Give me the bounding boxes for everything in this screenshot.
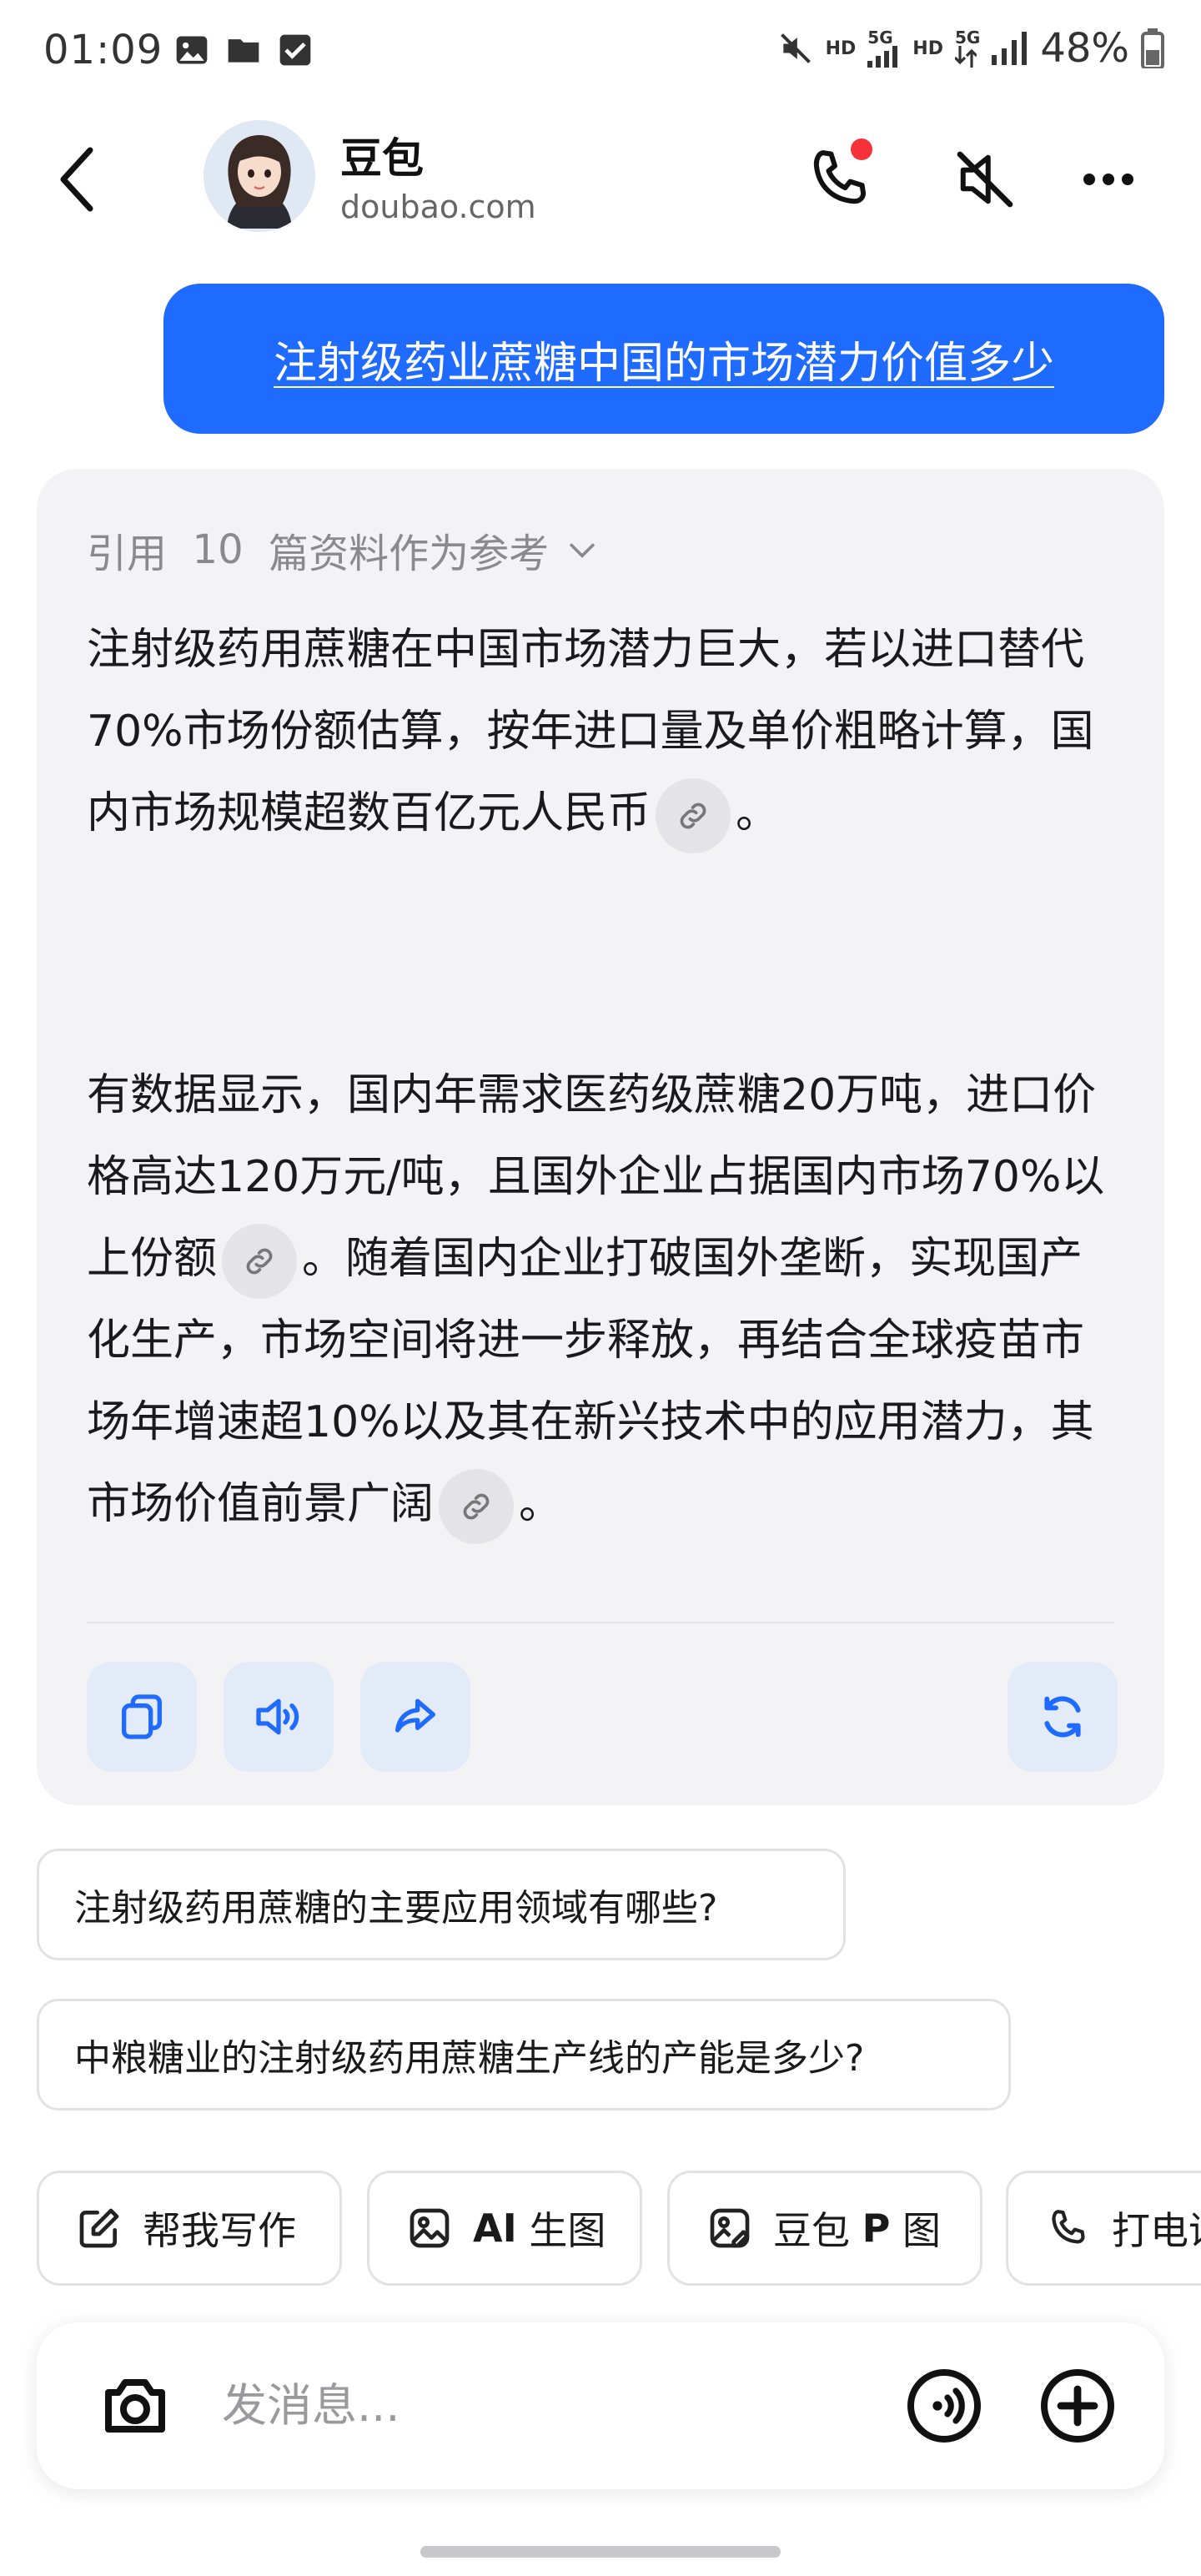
message-input-bar xyxy=(37,2322,1164,2489)
read-aloud-icon xyxy=(256,1698,299,1735)
chip-doubao-p-pre: 豆包 xyxy=(773,2208,862,2253)
folder-icon xyxy=(228,39,259,63)
suggestion-1[interactable]: 注射级药用蔗糖的主要应用领域有哪些? xyxy=(37,1849,846,1960)
image-edit-icon xyxy=(710,2208,750,2248)
read-aloud-button[interactable] xyxy=(224,1662,334,1772)
signal-2: 5G xyxy=(954,28,981,68)
answer-paragraph-1: 注射级药用蔗糖在中国市场潜力巨大，若以进口替代70%市场份额估算，按年进口量及单… xyxy=(87,609,1121,854)
citation-link-2[interactable] xyxy=(222,1224,298,1299)
assistant-answer-card: 引用 10 篇资料作为参考 注射级药用蔗糖在中国市场潜力巨大，若以进口替代70%… xyxy=(37,469,1164,1805)
page-subtitle: doubao.com xyxy=(340,189,536,225)
link-icon xyxy=(463,1493,490,1520)
chevron-down-icon xyxy=(570,543,595,558)
hd-label-1: HD xyxy=(825,38,857,59)
status-right: HD 5G HD 5G 48% xyxy=(777,25,1164,72)
signal-icon-2 xyxy=(992,32,1028,65)
back-icon[interactable] xyxy=(48,142,107,217)
image-gen-icon xyxy=(410,2208,450,2248)
battery-icon xyxy=(1141,28,1164,68)
signal-1: 5G xyxy=(867,29,901,68)
edit-icon xyxy=(79,2208,119,2248)
avatar-image xyxy=(204,120,315,232)
user-message-text: 注射级药业蔗糖中国的市场潜力价值多少 xyxy=(273,338,1054,389)
regenerate-icon xyxy=(1044,1696,1081,1738)
data-arrows-icon xyxy=(954,46,977,68)
reference-suffix: 篇资料作为参考 xyxy=(269,531,550,577)
suggestion-2-text: 中粮糖业的注射级药用蔗糖生产线的产能是多少? xyxy=(74,2037,865,2080)
more-icon[interactable] xyxy=(1071,142,1146,217)
citation-link-3[interactable] xyxy=(439,1469,515,1544)
status-notification-icons xyxy=(173,32,314,68)
reference-prefix: 引用 xyxy=(87,531,168,577)
page-title: 豆包 xyxy=(340,134,424,183)
home-indicator[interactable] xyxy=(420,2546,781,2558)
copy-button[interactable] xyxy=(87,1662,197,1772)
share-button[interactable] xyxy=(360,1662,470,1772)
user-message-bubble[interactable]: 注射级药业蔗糖中国的市场潜力价值多少 xyxy=(163,284,1164,434)
chat-header: 豆包 doubao.com xyxy=(0,108,1201,250)
camera-icon[interactable] xyxy=(95,2366,175,2446)
status-time: 01:09 xyxy=(43,27,163,73)
mute-icon xyxy=(780,33,811,63)
chip-doubao-p-label: 图 xyxy=(890,2208,941,2253)
phone-icon xyxy=(1052,2210,1085,2244)
link-icon xyxy=(680,802,706,829)
voice-icon[interactable] xyxy=(904,2366,984,2446)
avatar[interactable] xyxy=(204,120,315,232)
paragraph-1-end: 。 xyxy=(736,788,780,838)
status-bar: 01:09 HD 5G HD 5G 48% xyxy=(0,0,1201,108)
add-icon[interactable] xyxy=(1038,2366,1118,2446)
divider xyxy=(87,1622,1114,1623)
chip-ai-image[interactable]: AI 生图 xyxy=(367,2171,642,2286)
battery-percent: 48% xyxy=(1040,25,1129,72)
chip-call[interactable]: 打电话 xyxy=(1006,2171,1201,2286)
checkbox-icon xyxy=(279,34,311,66)
chip-call-label: 打电话 xyxy=(1112,2208,1201,2253)
chip-ai-image-bold: AI xyxy=(473,2206,517,2251)
link-icon xyxy=(246,1248,273,1275)
paragraph-1-text: 注射级药用蔗糖在中国市场潜力巨大，若以进口替代70%市场份额估算，按年进口量及单… xyxy=(87,625,1094,838)
regenerate-button[interactable] xyxy=(1008,1662,1118,1772)
chip-doubao-p[interactable]: 豆包 P 图 xyxy=(667,2171,982,2286)
chip-writing[interactable]: 帮我写作 xyxy=(37,2171,342,2286)
answer-paragraph-2: 有数据显示，国内年需求医药级蔗糖20万吨，进口价格高达120万元/吨，且国外企业… xyxy=(87,1054,1121,1545)
image-icon xyxy=(176,36,208,64)
network-label-1: 5G xyxy=(867,28,893,48)
message-input[interactable] xyxy=(222,2379,722,2432)
paragraph-2-end: 。 xyxy=(519,1479,563,1529)
chip-ai-image-label: 生图 xyxy=(516,2208,606,2253)
reference-toggle[interactable]: 引用 10 篇资料作为参考 xyxy=(87,521,600,579)
share-icon xyxy=(395,1698,435,1733)
call-notification-dot xyxy=(851,138,872,160)
reference-count: 10 xyxy=(192,526,244,573)
signal-icon xyxy=(867,46,898,68)
speaker-muted-icon[interactable] xyxy=(947,142,1023,217)
copy-icon xyxy=(122,1694,162,1739)
citation-link-1[interactable] xyxy=(656,778,731,853)
chip-writing-label: 帮我写作 xyxy=(143,2208,296,2253)
chip-doubao-p-bold: P xyxy=(862,2206,891,2251)
suggestion-1-text: 注射级药用蔗糖的主要应用领域有哪些? xyxy=(74,1887,718,1929)
hd-label-2: HD xyxy=(912,38,943,59)
suggestion-2[interactable]: 中粮糖业的注射级药用蔗糖生产线的产能是多少? xyxy=(37,1999,1011,2111)
network-label-2: 5G xyxy=(954,28,981,48)
